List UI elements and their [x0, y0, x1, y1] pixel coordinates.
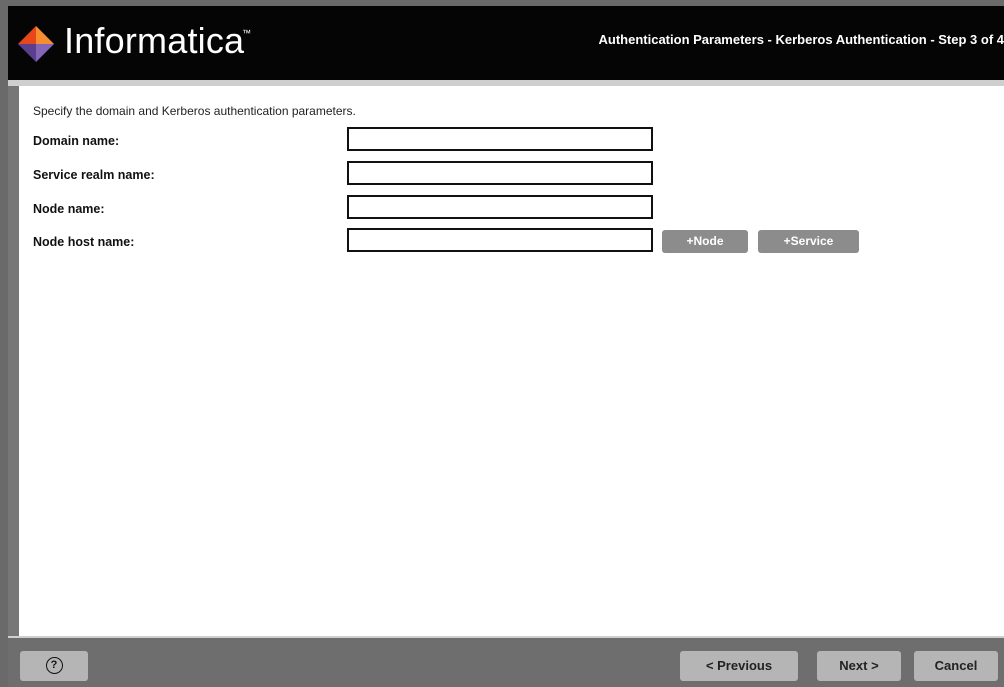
form-instructions: Specify the domain and Kerberos authenti… [33, 104, 356, 118]
add-service-button[interactable]: +Service [758, 230, 859, 253]
previous-button[interactable]: < Previous [680, 651, 798, 681]
node-name-label: Node name: [33, 202, 105, 216]
domain-name-input[interactable] [347, 127, 653, 151]
next-button[interactable]: Next > [817, 651, 901, 681]
question-circle-icon: ? [45, 657, 63, 675]
footer-divider [8, 636, 1004, 638]
form-panel: Specify the domain and Kerberos authenti… [19, 86, 1004, 636]
help-button[interactable]: ? [20, 651, 88, 681]
step-title: Authentication Parameters - Kerberos Aut… [598, 32, 1004, 47]
left-border [8, 86, 19, 636]
service-realm-name-input[interactable] [347, 161, 653, 185]
brand-trademark: ™ [242, 28, 251, 38]
service-realm-name-label: Service realm name: [33, 168, 155, 182]
installer-window: Informatica ™ Authentication Parameters … [0, 0, 1004, 687]
domain-name-label: Domain name: [33, 134, 120, 148]
add-node-button[interactable]: +Node [662, 230, 748, 253]
cancel-button[interactable]: Cancel [914, 651, 998, 681]
brand-name: Informatica [64, 20, 245, 61]
node-name-input[interactable] [347, 195, 653, 219]
node-host-name-input[interactable] [347, 228, 653, 252]
informatica-logo-icon [18, 26, 54, 62]
node-host-name-label: Node host name: [33, 235, 135, 249]
header-bar: Informatica ™ Authentication Parameters … [8, 6, 1004, 80]
footer-bar: ? < Previous Next > Cancel [8, 636, 1004, 687]
